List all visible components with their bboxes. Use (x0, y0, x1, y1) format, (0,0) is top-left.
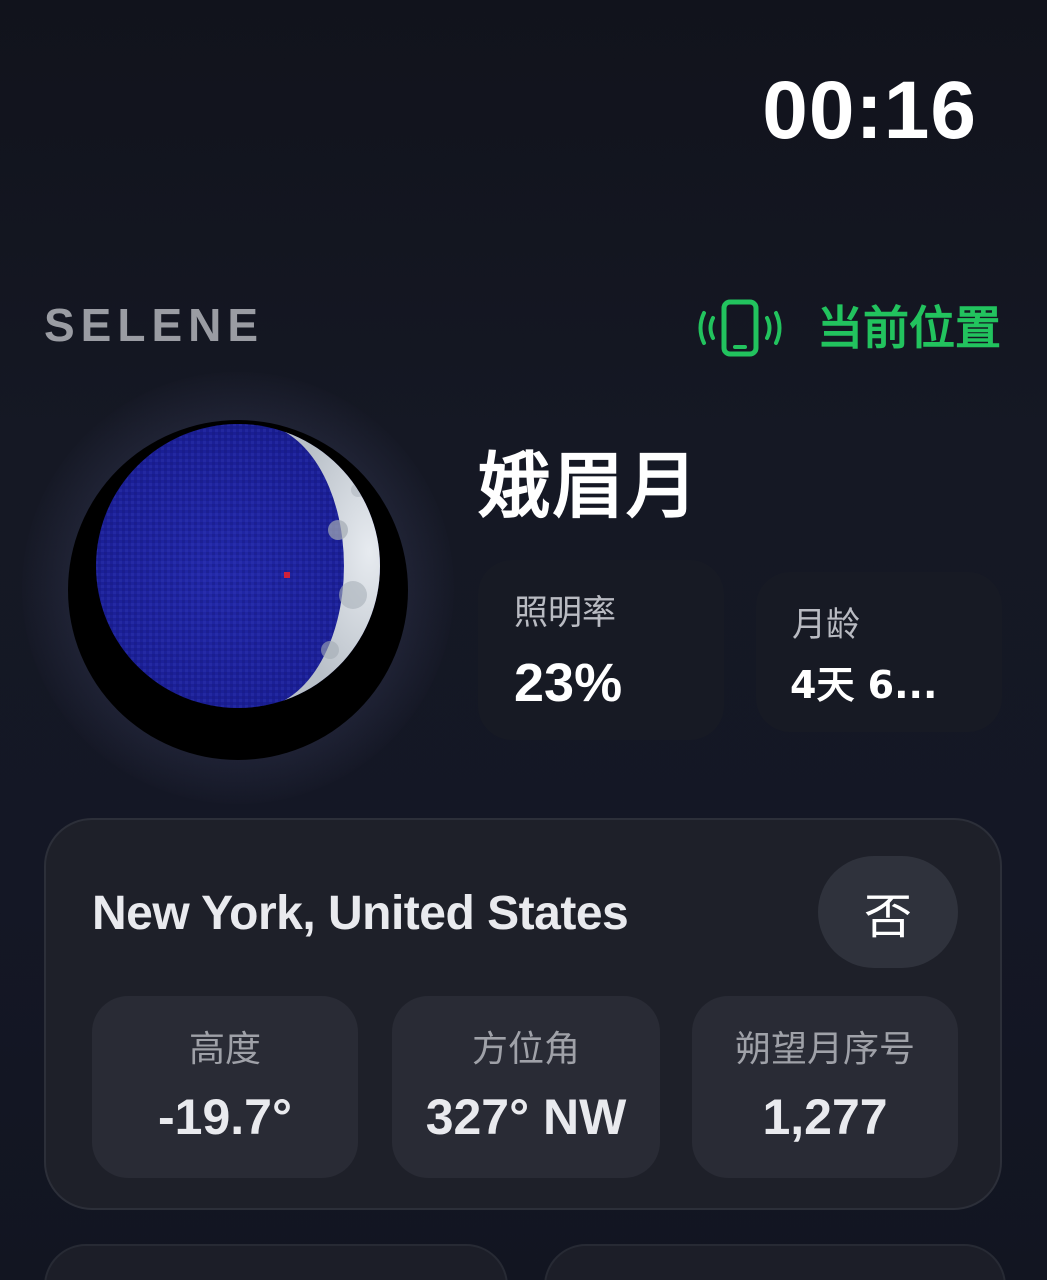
illumination-label: 照明率 (514, 593, 616, 633)
location-card: New York, United States 否 高度 -19.7° 方位角 … (44, 818, 1002, 1210)
waxing-crescent-moon-icon (68, 420, 408, 760)
lunation-value: 1,277 (762, 1089, 888, 1145)
current-location-label: 当前位置 (817, 301, 1001, 355)
azimuth-card: 方位角 327° NW (392, 996, 660, 1178)
toggle-button[interactable]: 否 (818, 856, 958, 968)
altitude-card: 高度 -19.7° (92, 996, 358, 1178)
moon-age-label: 月龄 (792, 605, 860, 645)
bottom-card-right (544, 1244, 1006, 1280)
altitude-label: 高度 (188, 1029, 261, 1070)
bottom-card-left (44, 1244, 508, 1280)
moon-phase-name: 娥眉月 (478, 444, 701, 528)
altitude-value: -19.7° (158, 1089, 292, 1145)
lunation-card: 朔望月序号 1,277 (692, 996, 958, 1178)
location-title: New York, United States (92, 887, 629, 940)
azimuth-label: 方位角 (471, 1029, 580, 1070)
illumination-value: 23% (514, 653, 623, 713)
clock-time: 00:16 (762, 65, 977, 156)
phone-vibrate-icon (698, 299, 782, 357)
moon-age-card: 月龄 4天 6... (756, 572, 1002, 732)
app-title: SELENE (44, 299, 265, 351)
illumination-card: 照明率 23% (478, 560, 724, 740)
moon-age-value: 4天 6... (790, 666, 938, 704)
current-location-button[interactable]: 当前位置 (695, 298, 1001, 358)
azimuth-value: 327° NW (425, 1089, 627, 1145)
lunation-label: 朔望月序号 (734, 1029, 915, 1070)
